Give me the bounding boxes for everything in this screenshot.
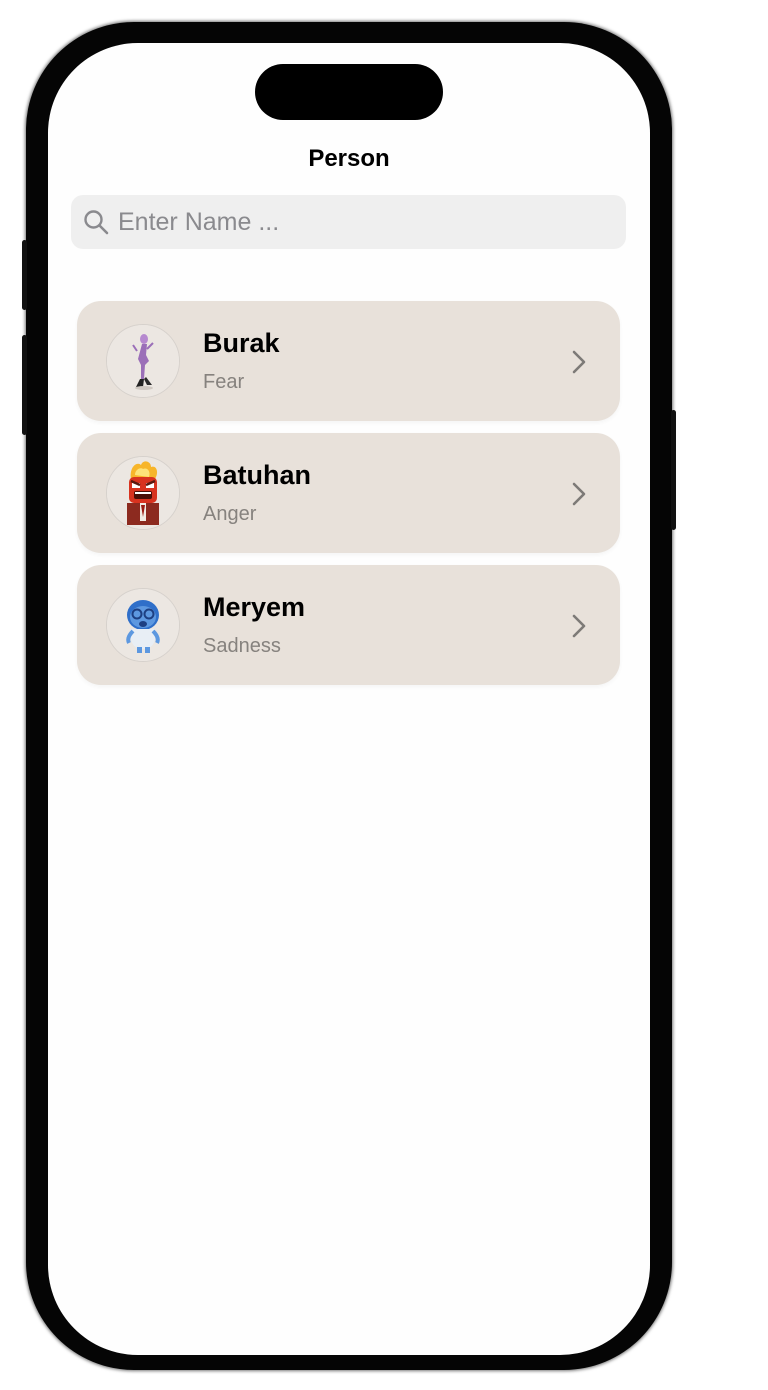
dynamic-island <box>255 64 443 120</box>
avatar <box>106 456 180 530</box>
person-list: Burak Fear Batuhan Anger Meryem Sadness <box>77 301 620 697</box>
chevron-right-icon <box>572 350 586 374</box>
person-row-batuhan[interactable]: Batuhan Anger <box>77 433 620 553</box>
person-row-burak[interactable]: Burak Fear <box>77 301 620 421</box>
person-name: Meryem <box>203 592 306 622</box>
side-button-left-lower <box>22 335 27 435</box>
avatar <box>106 588 180 662</box>
person-emotion: Anger <box>203 503 257 525</box>
search-input[interactable] <box>118 207 598 237</box>
person-name: Burak <box>203 328 280 358</box>
search-icon <box>84 210 109 235</box>
chevron-right-icon <box>572 614 586 638</box>
person-emotion: Sadness <box>203 635 281 657</box>
person-row-meryem[interactable]: Meryem Sadness <box>77 565 620 685</box>
sadness-character-icon <box>107 589 179 661</box>
page-title: Person <box>308 145 390 172</box>
fear-character-icon <box>107 325 179 397</box>
side-button-left <box>22 240 27 310</box>
side-button-right <box>671 410 676 530</box>
search-bar[interactable] <box>71 195 626 249</box>
app-screen: Person Burak Fear <box>48 43 650 1355</box>
person-name: Batuhan <box>203 460 311 490</box>
avatar <box>106 324 180 398</box>
chevron-right-icon <box>572 482 586 506</box>
anger-character-icon <box>107 457 179 529</box>
person-emotion: Fear <box>203 371 245 393</box>
